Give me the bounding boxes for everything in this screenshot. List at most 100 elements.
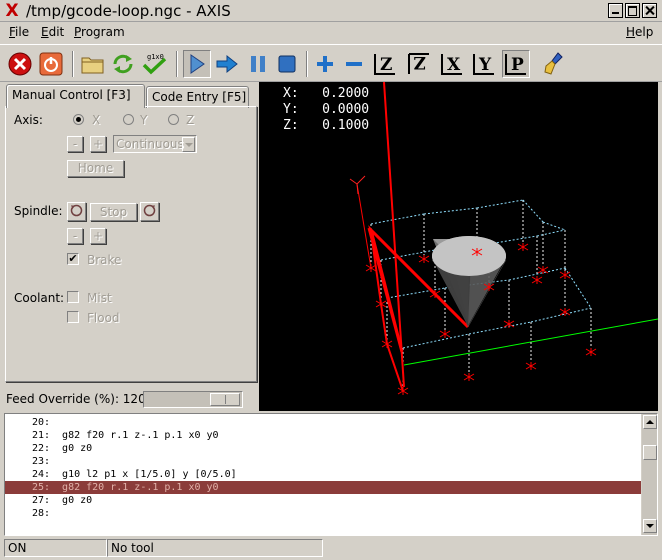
spindle-stop-button[interactable]: Stop [90,203,137,221]
spindle-label: Spindle: [14,204,63,218]
current-gcode-line[interactable]: 25: g82 f20 r.1 z-.1 p.1 x0 y0 [5,481,641,494]
estop-button[interactable] [6,50,34,78]
rapid-traverse-path [380,249,436,261]
toolbar-separator [176,51,178,77]
view-z2-button[interactable]: Z [405,50,433,78]
tab-code-entry[interactable]: Code Entry [F5] [146,86,249,108]
spindle-ccw-icon [70,204,83,217]
line-text: g0 z0 [62,443,93,454]
gcode-line[interactable]: 28: [5,507,641,520]
view-x-button[interactable]: X [438,50,466,78]
run-button[interactable] [183,50,211,78]
drill-hole-mark [559,271,571,279]
pause-icon [251,56,265,72]
spindle-ccw-button[interactable] [67,202,86,221]
manual-control-panel: Axis: X Y Z - + Continuous Home Spindle:… [5,106,257,382]
jog-minus-button[interactable]: - [67,136,83,152]
verify-button[interactable]: g1x0 [140,50,168,78]
svg-text:g1x0: g1x0 [147,53,164,61]
gcode-line[interactable]: 24: g10 l2 p1 x [1/5.0] y [0/5.0] [5,468,641,481]
axis-z-radio[interactable] [168,114,179,125]
open-file-button[interactable] [79,50,107,78]
rapid-traverse-path [522,199,544,223]
line-number: 21: [31,430,50,441]
toolbar: g1x0 Z Z X Y P [0,44,662,82]
menu-help[interactable]: Help [626,24,653,40]
drill-hole-mark [559,308,571,316]
axis-y-radio[interactable] [123,114,134,125]
axis-x-label: X [92,113,101,127]
machine-power-button[interactable] [37,50,65,78]
gcode-line[interactable]: 23: [5,455,641,468]
view-z2-icon: Z [408,52,429,74]
feed-override-thumb[interactable] [210,393,240,406]
line-text: g82 f20 r.1 z-.1 p.1 x0 y0 [62,430,219,441]
feed-override-slider[interactable] [143,391,243,408]
chevron-down-icon [182,137,195,152]
x-logo-icon: X [5,1,19,21]
menu-edit[interactable]: Edit [41,24,64,40]
stop-button[interactable] [273,50,301,78]
spindle-minus-button[interactable]: - [67,228,83,244]
rapid-traverse-path [370,213,425,225]
gcode-line[interactable]: 20: [5,416,641,429]
drill-hole-mark [397,387,409,395]
brake-checkbox[interactable]: ✔ [67,253,79,265]
toolbar-separator [306,51,308,77]
spindle-cw-button[interactable] [140,202,159,221]
feed-moves [356,82,470,392]
rapid-traverse-path [476,199,524,209]
toolpath-preview[interactable]: X: 0.2000 Y: 0.0000 Z: 0.1000 [259,82,658,411]
scroll-down-arrow[interactable] [643,519,657,533]
zoom-out-button[interactable] [340,50,368,78]
close-window-button[interactable] [642,3,657,18]
drill-hole-mark [517,243,529,251]
clear-plot-icon [544,52,563,75]
estop-icon [8,52,32,76]
gcode-line[interactable]: 22: g0 z0 [5,442,641,455]
drill-hole-mark [439,330,451,338]
menu-file[interactable]: File [9,24,29,40]
dro-z-value: 0.1000 [322,118,370,133]
reload-icon [113,54,133,74]
gcode-listing[interactable]: 20: 21: g82 f20 r.1 z-.1 p.1 x0 y0 22: g0… [4,413,658,536]
gcode-line[interactable]: 27: g0 z0 [5,494,641,507]
toolbar-separator [72,51,74,77]
view-x-icon: X [441,54,462,75]
clear-plot-button[interactable] [541,50,569,78]
axis-x-radio[interactable] [73,114,84,125]
zoom-in-button[interactable] [311,50,339,78]
axis-y-label: Y [140,113,148,127]
gcode-line[interactable]: 21: g82 f20 r.1 z-.1 p.1 x0 y0 [5,429,641,442]
reload-button[interactable] [109,50,137,78]
view-p-button[interactable]: P [502,50,530,78]
origin-marker [349,175,366,195]
dro-z-label: Z: [283,118,299,133]
scroll-thumb[interactable] [643,445,657,460]
svg-text:Z: Z [414,52,426,72]
jog-mode-select[interactable]: Continuous [113,135,197,153]
pause-button[interactable] [244,50,272,78]
flood-checkbox[interactable] [67,311,79,323]
jog-plus-button[interactable]: + [90,136,106,152]
dro-x-label: X: [283,86,299,101]
drill-hole-mark [365,264,377,272]
step-button[interactable] [213,50,241,78]
tab-manual-control[interactable]: Manual Control [F3] [6,84,145,108]
spindle-plus-button[interactable]: + [90,228,106,244]
minimize-button[interactable] [608,3,623,18]
code-scrollbar[interactable] [641,414,657,535]
home-button[interactable]: Home [67,160,124,177]
zoom-in-icon [317,56,333,72]
drill-hole-mark [418,255,430,263]
view-z-button[interactable]: Z [371,50,399,78]
svg-text:X: X [447,55,461,75]
menu-program[interactable]: Program [74,24,125,40]
svg-text:P: P [511,55,524,75]
mist-checkbox[interactable] [67,291,79,303]
brake-label: Brake [87,253,122,267]
maximize-button[interactable] [625,3,640,18]
view-y-button[interactable]: Y [470,50,498,78]
drill-hole-mark [463,373,475,381]
scroll-up-arrow[interactable] [643,415,657,429]
